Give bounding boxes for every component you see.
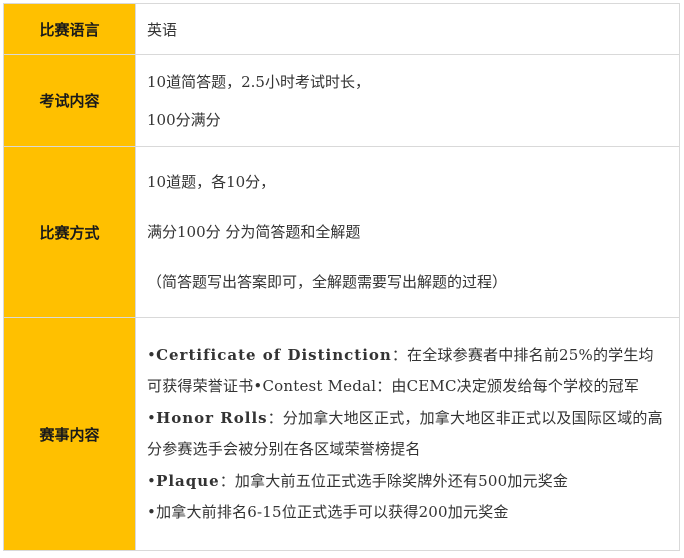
competition-info-table: 比赛语言 英语 考试内容 10道简答题，2.5小时考试时长， 100分满分 比赛… (3, 3, 680, 551)
bullet: • (147, 408, 157, 427)
row-content-format: 10道题，各10分， 满分100分 分为简答题和全解题 （简答题写出答案即可，全… (135, 146, 680, 318)
format-line-2: 满分100分 分为简答题和全解题 (147, 223, 361, 241)
row-content-awards: •Certificate of Distinction：在全球参赛者中排名前25… (135, 317, 680, 551)
format-line-3: （简答题写出答案即可，全解题需要写出解题的过程） (147, 273, 508, 291)
award-title-plaque: Plaque (156, 471, 220, 490)
exam-content-line-1: 10道简答题，2.5小时考试时长， (147, 72, 370, 91)
award-title-certificate: Certificate of Distinction (156, 345, 392, 364)
format-line-1: 10道题，各10分， (147, 173, 276, 191)
award-item-top-15: •加拿大前排名6-15位正式选手可以获得200加元奖金 (147, 497, 667, 529)
row-content-exam-content: 10道简答题，2.5小时考试时长， 100分满分 (135, 54, 680, 147)
award-title-honor-rolls: Honor Rolls (156, 408, 268, 427)
bullet: • (147, 345, 157, 364)
bullet: • (147, 471, 157, 490)
award-item-certificate: •Certificate of Distinction：在全球参赛者中排名前25… (147, 340, 667, 403)
award-text-top-15: 加拿大前排名6-15位正式选手可以获得200加元奖金 (156, 503, 509, 521)
award-text-plaque: ：加拿大前五位正式选手除奖牌外还有500加元奖金 (219, 471, 569, 490)
bullet: • (147, 503, 157, 521)
table-row-format: 比赛方式 10道题，各10分， 满分100分 分为简答题和全解题 （简答题写出答… (3, 146, 680, 318)
award-item-plaque: •Plaque：加拿大前五位正式选手除奖牌外还有500加元奖金 (147, 466, 667, 498)
table-row-awards: 赛事内容 •Certificate of Distinction：在全球参赛者中… (3, 317, 680, 551)
row-content-language: 英语 (135, 3, 680, 55)
language-text: 英语 (147, 20, 178, 39)
row-label-language: 比赛语言 (3, 3, 136, 55)
table-row-language: 比赛语言 英语 (3, 3, 680, 55)
row-label-format: 比赛方式 (3, 146, 136, 318)
row-label-exam-content: 考试内容 (3, 54, 136, 147)
table-row-exam-content: 考试内容 10道简答题，2.5小时考试时长， 100分满分 (3, 54, 680, 147)
exam-content-line-2: 100分满分 (147, 110, 221, 129)
award-item-honor-rolls: •Honor Rolls：分加拿大地区正式，加拿大地区非正式以及国际区域的高分参… (147, 403, 667, 466)
row-label-awards: 赛事内容 (3, 317, 136, 551)
